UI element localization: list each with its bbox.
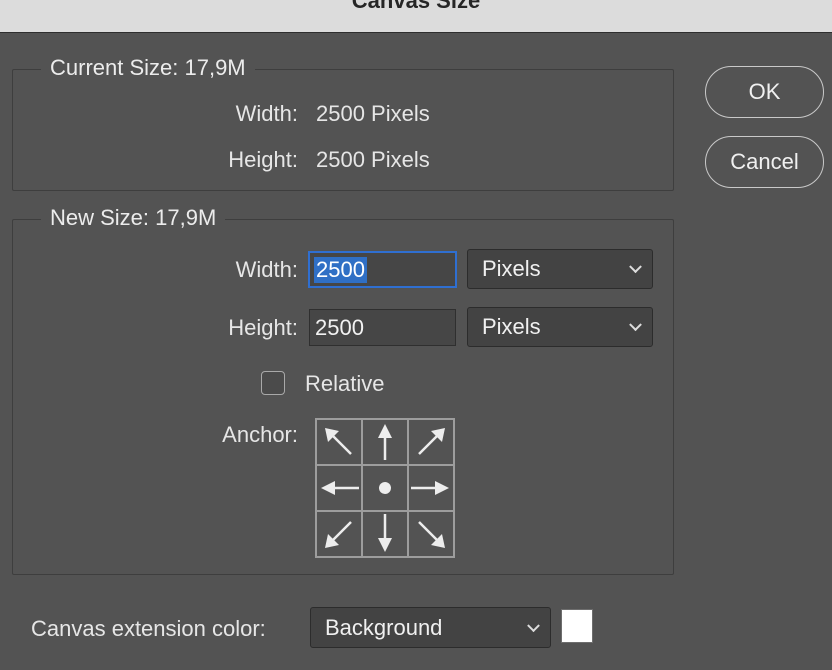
anchor-right[interactable]: [408, 465, 454, 511]
height-input[interactable]: 2500: [309, 309, 456, 346]
arrow-up-right-icon: [418, 428, 445, 455]
width-unit-select[interactable]: Pixels: [467, 249, 653, 289]
arrow-down-icon: [378, 514, 392, 552]
width-input-value: 2500: [314, 256, 367, 283]
anchor-top-right[interactable]: [408, 419, 454, 465]
anchor-label: Anchor:: [222, 422, 298, 447]
arrow-right-icon: [411, 481, 449, 495]
relative-checkbox[interactable]: [261, 371, 285, 395]
current-height-value: 2500 Pixels: [316, 147, 430, 172]
width-unit-value: Pixels: [482, 256, 541, 281]
new-width-label: Width:: [235, 257, 298, 282]
arrow-up-icon: [378, 424, 392, 460]
relative-label: Relative: [305, 371, 385, 396]
arrow-down-left-icon: [325, 521, 352, 548]
extension-color-label: Canvas extension color:: [31, 616, 266, 641]
anchor-bottom[interactable]: [362, 511, 408, 557]
anchor-left[interactable]: [316, 465, 362, 511]
cancel-button[interactable]: Cancel: [705, 136, 824, 188]
extension-color-select[interactable]: Background: [310, 607, 551, 648]
arrow-left-icon: [321, 481, 359, 495]
ok-button[interactable]: OK: [705, 66, 824, 118]
arrow-up-left-icon: [325, 428, 352, 455]
title-bar: Canvas Size: [0, 0, 832, 33]
chevron-down-icon: [629, 318, 642, 332]
new-height-label: Height:: [228, 315, 298, 340]
new-size-legend: New Size: 17,9M: [41, 205, 226, 231]
anchor-center-dot-icon: [379, 482, 391, 494]
chevron-down-icon: [629, 260, 642, 274]
height-unit-value: Pixels: [482, 314, 541, 339]
current-height-label: Height:: [228, 147, 298, 172]
height-unit-select[interactable]: Pixels: [467, 307, 653, 347]
anchor-bottom-right[interactable]: [408, 511, 454, 557]
extension-color-value: Background: [325, 614, 443, 640]
anchor-grid: [315, 418, 455, 558]
anchor-top[interactable]: [362, 419, 408, 465]
current-width-value: 2500 Pixels: [316, 101, 430, 126]
width-input[interactable]: 2500: [308, 251, 457, 288]
chevron-down-icon: [527, 618, 540, 632]
anchor-center[interactable]: [362, 465, 408, 511]
anchor-bottom-left[interactable]: [316, 511, 362, 557]
current-size-legend: Current Size: 17,9M: [41, 55, 255, 81]
arrow-down-right-icon: [418, 521, 445, 548]
anchor-top-left[interactable]: [316, 419, 362, 465]
height-input-value: 2500: [315, 314, 364, 340]
window-title: Canvas Size: [351, 0, 481, 13]
current-width-label: Width:: [235, 101, 298, 126]
extension-color-swatch[interactable]: [561, 609, 593, 643]
